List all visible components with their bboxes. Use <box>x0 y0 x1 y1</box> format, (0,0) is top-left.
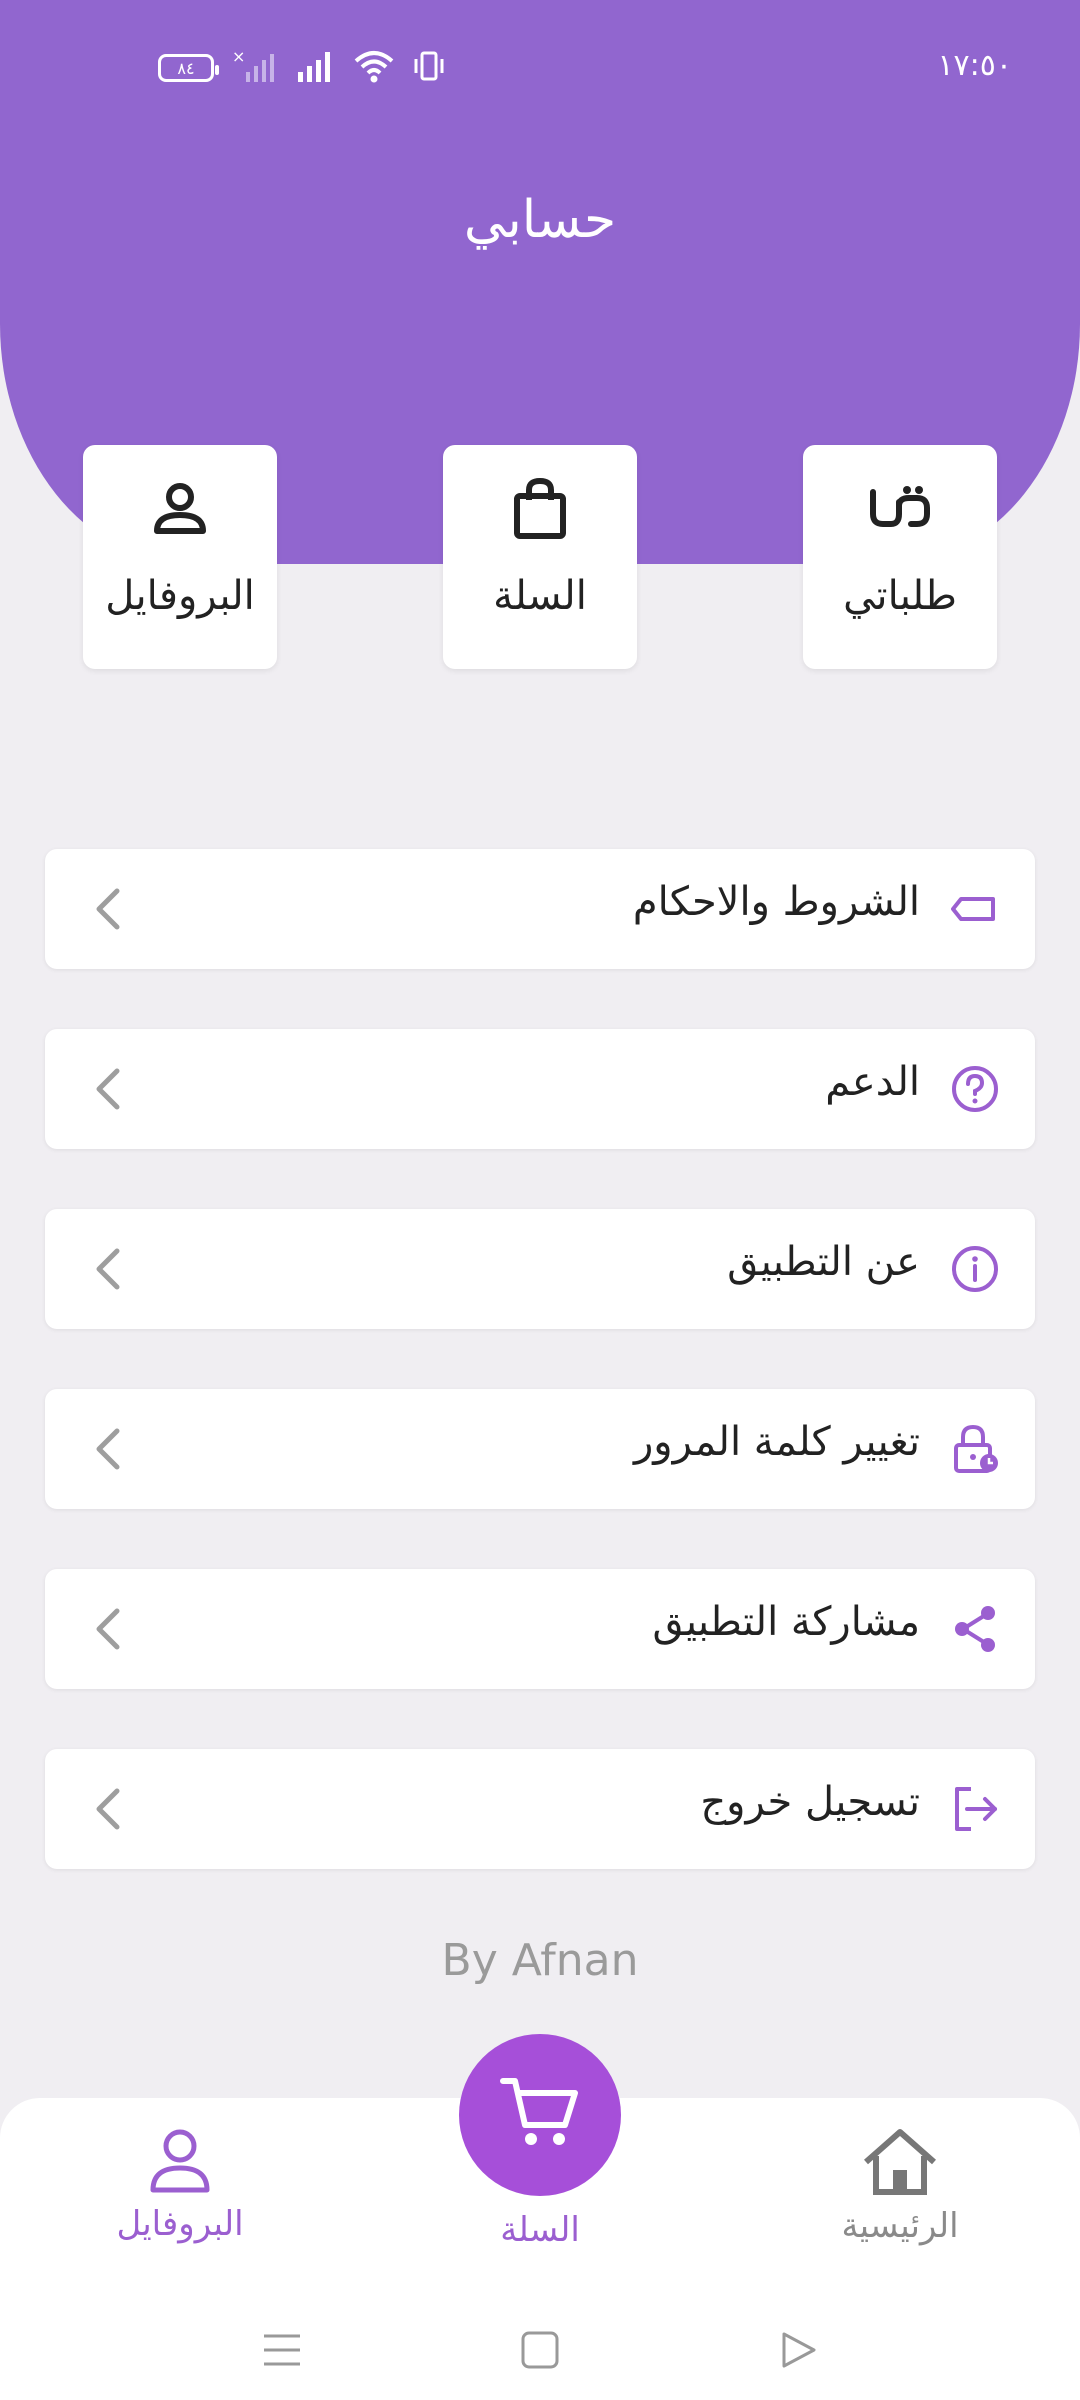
svg-text:×: × <box>232 48 245 66</box>
nav-profile[interactable]: البروفايل <box>80 2128 280 2244</box>
credit-text: By Afnan <box>441 1935 639 1986</box>
info-icon <box>949 1243 1001 1295</box>
menu-change-password[interactable]: تغيير كلمة المرور <box>45 1389 1035 1509</box>
account-screen: ٨٤ × ١٧:٥٠ حسابي طلباتي السلة البروفايل … <box>0 0 1080 2400</box>
status-bar: ٨٤ × ١٧:٥٠ <box>0 0 1080 140</box>
back-triangle-icon[interactable] <box>774 2326 822 2374</box>
wifi-icon <box>354 49 394 87</box>
menu-support[interactable]: الدعم <box>45 1029 1035 1149</box>
page-title: حسابي <box>463 190 617 250</box>
chevron-left-icon <box>85 1065 133 1113</box>
menu-logout[interactable]: تسجيل خروج <box>45 1749 1035 1869</box>
menu-share-app[interactable]: مشاركة التطبيق <box>45 1569 1035 1689</box>
chevron-left-icon <box>85 1245 133 1293</box>
menu-about[interactable]: عن التطبيق <box>45 1209 1035 1329</box>
nav-home-label: الرئيسية <box>841 2206 959 2246</box>
battery-level: ٨٤ <box>177 58 195 78</box>
chevron-left-icon <box>85 1785 133 1833</box>
no-sim-signal-icon: × <box>232 47 278 88</box>
nav-home[interactable]: الرئيسية <box>800 2128 1000 2246</box>
home-button-icon[interactable] <box>516 2326 564 2374</box>
orders-label: طلباتي <box>843 573 957 619</box>
chevron-left-icon <box>85 1425 133 1473</box>
orders-icon <box>867 473 933 545</box>
chevron-left-icon <box>85 1605 133 1653</box>
cell-signal-icon <box>296 48 336 88</box>
cart-card[interactable]: السلة <box>443 445 637 669</box>
status-icons: ٨٤ × <box>158 47 446 88</box>
menu-label: تسجيل خروج <box>700 1779 920 1825</box>
chevron-left-icon <box>85 885 133 933</box>
menu-icon[interactable] <box>258 2326 306 2374</box>
logout-icon <box>949 1783 1001 1835</box>
lock-clock-icon <box>949 1423 1001 1475</box>
vibrate-icon <box>412 49 446 87</box>
tag-icon <box>949 883 1001 935</box>
profile-icon <box>149 2129 211 2198</box>
nav-cart-label: السلة <box>500 2210 580 2250</box>
orders-card[interactable]: طلباتي <box>803 445 997 669</box>
share-icon <box>949 1603 1001 1655</box>
status-time: ١٧:٥٠ <box>937 48 1012 83</box>
profile-card[interactable]: البروفايل <box>83 445 277 669</box>
menu-terms[interactable]: الشروط والاحكام <box>45 849 1035 969</box>
menu-label: تغيير كلمة المرور <box>633 1419 920 1465</box>
help-circle-icon <box>949 1063 1001 1115</box>
nav-cart[interactable]: السلة <box>440 2204 640 2250</box>
system-navigation-bar <box>0 2298 1080 2400</box>
nav-profile-label: البروفايل <box>116 2204 244 2244</box>
profile-icon <box>152 473 208 545</box>
home-icon <box>860 2129 940 2200</box>
battery-icon: ٨٤ <box>158 54 219 82</box>
cart-icon <box>499 2075 581 2155</box>
menu-label: الدعم <box>825 1059 920 1105</box>
shopping-bag-icon <box>512 473 568 545</box>
menu-label: مشاركة التطبيق <box>652 1599 921 1645</box>
cart-fab-button[interactable] <box>459 2034 621 2196</box>
menu-label: الشروط والاحكام <box>632 879 920 925</box>
menu-label: عن التطبيق <box>727 1239 920 1285</box>
cart-label: السلة <box>493 573 587 619</box>
profile-label: البروفايل <box>105 573 255 619</box>
